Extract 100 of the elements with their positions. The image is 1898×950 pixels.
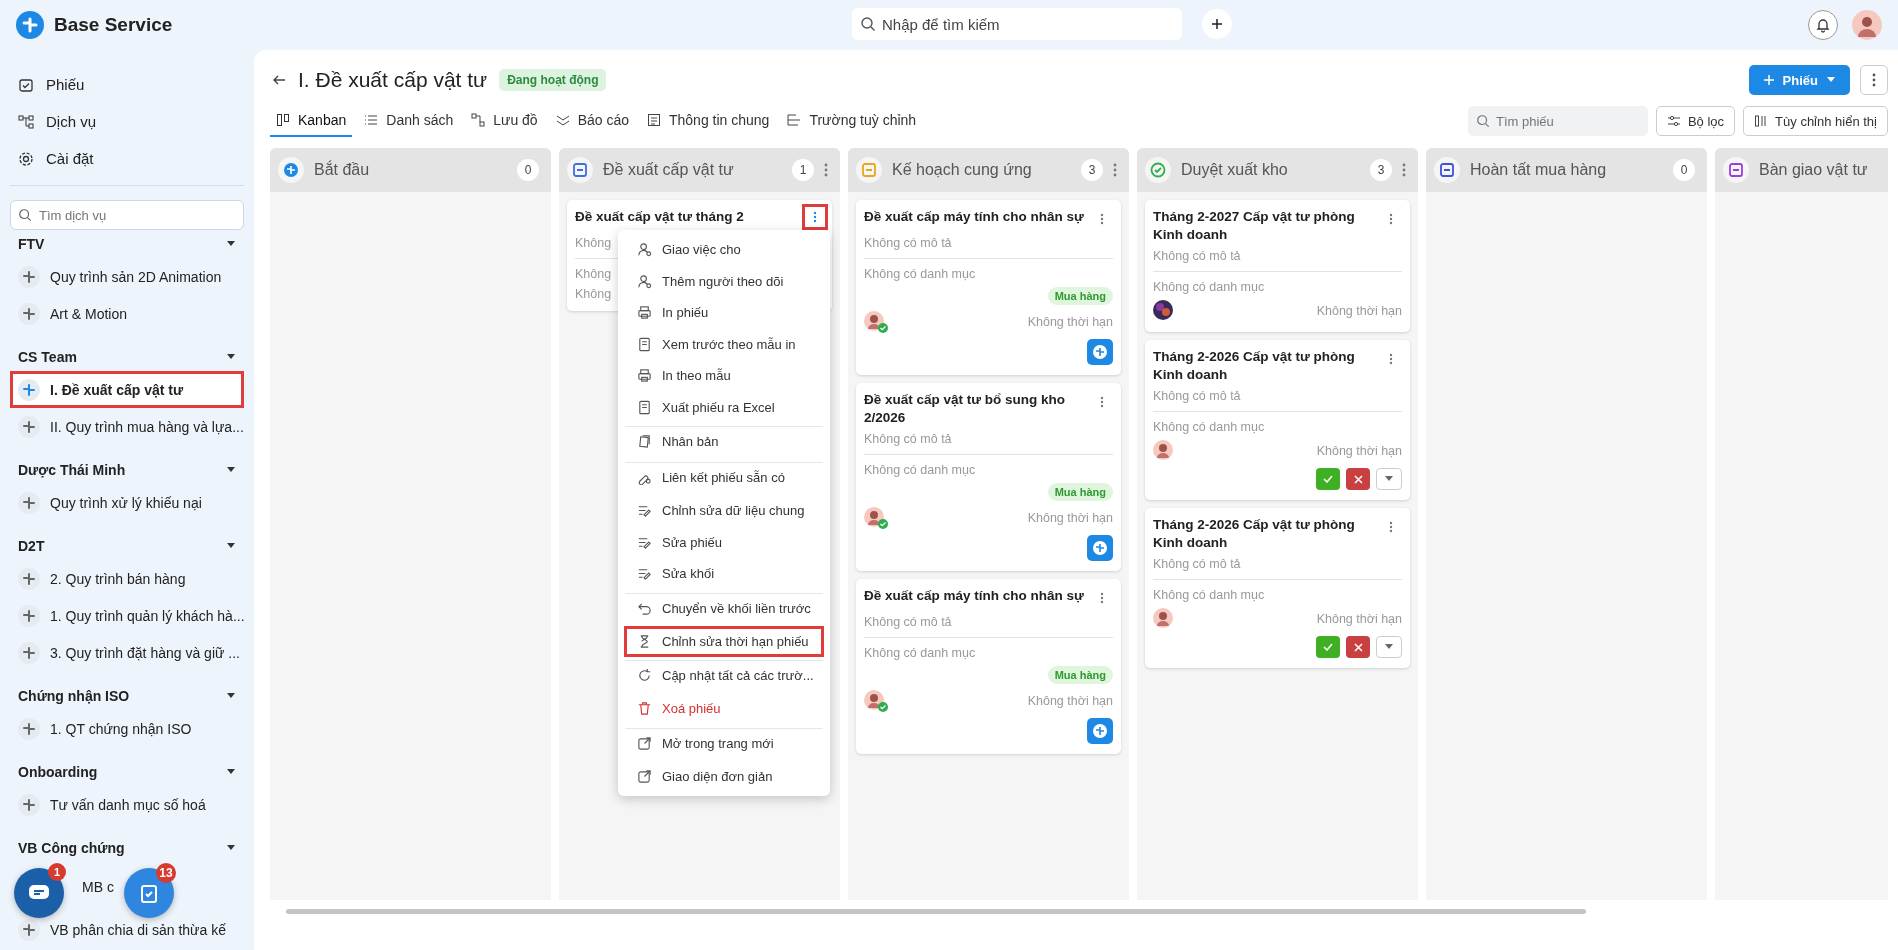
caret-icon[interactable]: [226, 845, 236, 851]
card-category: Không có danh mục: [864, 267, 976, 281]
caret-icon: [1826, 77, 1836, 83]
group-header[interactable]: VB Công chứng: [18, 840, 125, 856]
search-field[interactable]: Nhập để tìm kiếm: [852, 8, 1182, 40]
service-icon: [18, 918, 40, 941]
menu-item[interactable]: Cập nhật tất cả các trườ...: [624, 660, 824, 693]
customize-view-button[interactable]: Tùy chỉnh hiển thị: [1743, 106, 1888, 136]
service-item[interactable]: Tư vấn danh mục số hoá: [10, 786, 244, 823]
card-description: Không có mô tả: [1153, 557, 1241, 572]
ticket-card[interactable]: Tháng 2-2026 Cấp vật tư phòng Kinh doanh Không có mô tả Không có danh mục Không thời hạn: [1145, 340, 1410, 501]
service-item[interactable]: 1. QT chứng nhận ISO: [10, 710, 244, 747]
document-icon: [637, 336, 652, 352]
group-header[interactable]: FTV: [18, 236, 45, 252]
nav-item[interactable]: Dịch vụ: [10, 103, 244, 140]
caret-icon[interactable]: [226, 543, 236, 549]
more-icon[interactable]: [824, 163, 828, 177]
caret-icon[interactable]: [226, 241, 236, 247]
group-header[interactable]: D2T: [18, 538, 45, 554]
service-item[interactable]: Art & Motion: [10, 295, 244, 332]
menu-item[interactable]: Liên kết phiếu sẵn có: [624, 462, 824, 495]
page-title: I. Đề xuất cấp vật tư: [298, 68, 488, 92]
trash-icon: [637, 701, 652, 717]
notification-button[interactable]: [1808, 10, 1838, 40]
menu-item[interactable]: Xuất phiếu ra Excel: [624, 391, 824, 423]
back-arrow-icon[interactable]: [272, 73, 286, 87]
service-item[interactable]: MB c: [80, 876, 116, 897]
view-tab[interactable]: Danh sách: [358, 105, 460, 137]
filter-button[interactable]: Bộ lọc: [1655, 106, 1736, 136]
add-button[interactable]: [1202, 9, 1232, 39]
service-icon: [18, 567, 40, 590]
menu-item[interactable]: In theo mẫu: [624, 360, 824, 392]
ticket-search-field[interactable]: Tìm phiếu: [1467, 106, 1648, 136]
service-item[interactable]: II. Quy trình mua hàng và lựa...: [10, 408, 244, 445]
ticket-card[interactable]: Đề xuất cấp máy tính cho nhân sự Không có mô tả Không có danh mục Mua hàng Không thời hạn: [856, 200, 1121, 375]
caret-icon[interactable]: [226, 467, 236, 473]
flowchart-icon: [18, 113, 34, 130]
more-icon: [1100, 213, 1104, 225]
view-tab[interactable]: Kanban: [270, 105, 353, 137]
caret-icon[interactable]: [226, 354, 236, 360]
menu-item[interactable]: Chỉnh sửa thời hạn phiếu: [624, 625, 824, 657]
caret-icon[interactable]: [226, 769, 236, 775]
service-item[interactable]: I. Đề xuất cấp vật tư: [10, 371, 244, 408]
view-tab[interactable]: Thông tin chung: [641, 105, 776, 137]
group-header[interactable]: Chứng nhận ISO: [18, 688, 130, 704]
menu-item[interactable]: Chỉnh sửa dữ liệu chung: [624, 495, 824, 527]
group-header[interactable]: CS Team: [18, 349, 77, 365]
view-tab[interactable]: Báo cáo: [549, 105, 635, 137]
card-text: Không: [575, 287, 612, 301]
group-header[interactable]: Dược Thái Minh: [18, 462, 126, 478]
service-icon: [18, 604, 40, 627]
menu-item[interactable]: Nhân bản: [624, 426, 824, 459]
menu-item[interactable]: Chuyển về khối liền trước: [624, 592, 824, 626]
approve-button[interactable]: [1316, 468, 1340, 491]
more-icon[interactable]: [1113, 163, 1117, 177]
more-icon: [1872, 73, 1876, 87]
service-item[interactable]: VB phân chia di sản thừa kế: [10, 911, 244, 948]
view-tab[interactable]: Lưu đồ: [465, 105, 544, 137]
card-description: Không có mô tả: [1153, 389, 1241, 404]
menu-item[interactable]: In phiếu: [624, 297, 824, 329]
view-tab[interactable]: Trường tuỳ chỉnh: [781, 105, 923, 137]
group-header[interactable]: Onboarding: [18, 764, 98, 780]
menu-item[interactable]: Mở trong trang mới: [624, 727, 824, 761]
card-description: Không có mô tả: [864, 432, 952, 447]
ticket-card[interactable]: Đề xuất cấp máy tính cho nhân sự Không có mô tả Không có danh mục Mua hàng Không thời hạn: [856, 579, 1121, 755]
reject-button[interactable]: [1346, 468, 1370, 491]
menu-item[interactable]: Thêm người theo dõi: [624, 265, 824, 297]
user-avatar[interactable]: [1852, 10, 1882, 40]
service-item[interactable]: Quy trình sản 2D Animation: [10, 258, 244, 295]
menu-item[interactable]: Giao việc cho: [624, 234, 824, 266]
nav-item[interactable]: Cài đặt: [10, 140, 244, 177]
service-item[interactable]: 1. Quy trình quản lý khách hà...: [10, 597, 244, 634]
service-item[interactable]: 2. Quy trình bán hàng: [10, 560, 244, 597]
check-icon: [1323, 475, 1333, 484]
menu-item[interactable]: Sửa khối: [624, 558, 824, 590]
menu-item[interactable]: Giao diện đơn giản: [624, 760, 824, 792]
reject-button[interactable]: [1346, 636, 1370, 659]
new-ticket-button[interactable]: Phiếu: [1748, 65, 1850, 95]
dropdown-button[interactable]: [1376, 468, 1402, 491]
chat-button[interactable]: [14, 868, 64, 918]
sliders-icon: [1666, 114, 1681, 128]
menu-item[interactable]: Xem trước theo mẫu in: [624, 328, 824, 360]
tag: Mua hàng: [1047, 666, 1113, 685]
approve-button[interactable]: [1316, 636, 1340, 659]
service-item[interactable]: 3. Quy trình đặt hàng và giữ ...: [10, 634, 244, 671]
menu-item[interactable]: Sửa phiếu: [624, 526, 824, 558]
deadline-text: Không thời hạn: [1316, 444, 1402, 459]
dropdown-button[interactable]: [1376, 636, 1402, 659]
caret-icon[interactable]: [226, 693, 236, 699]
nav-item[interactable]: Phiếu: [10, 66, 244, 103]
ticket-card[interactable]: Tháng 2-2027 Cấp vật tư phòng Kinh doanh Không có mô tả Không có danh mục Không thời hạn: [1145, 200, 1410, 333]
service-search-field[interactable]: Tìm dịch vụ: [10, 200, 244, 230]
service-item[interactable]: Quy trình xử lý khiếu nại: [10, 484, 244, 521]
more-icon[interactable]: [1402, 163, 1406, 177]
edit-icon: [637, 566, 652, 582]
ticket-card[interactable]: Tháng 2-2026 Cấp vật tư phòng Kinh doanh Không có mô tả Không có danh mục Không thời hạn: [1145, 508, 1410, 669]
ticket-card[interactable]: Đề xuất cấp vật tư bổ sung kho 2/2026 Không có mô tả Không có danh mục Mua hàng Không thời hạn: [856, 383, 1121, 572]
column-count: 0: [517, 159, 539, 181]
task-button[interactable]: [124, 868, 174, 918]
menu-item[interactable]: Xoá phiếu: [624, 693, 824, 725]
